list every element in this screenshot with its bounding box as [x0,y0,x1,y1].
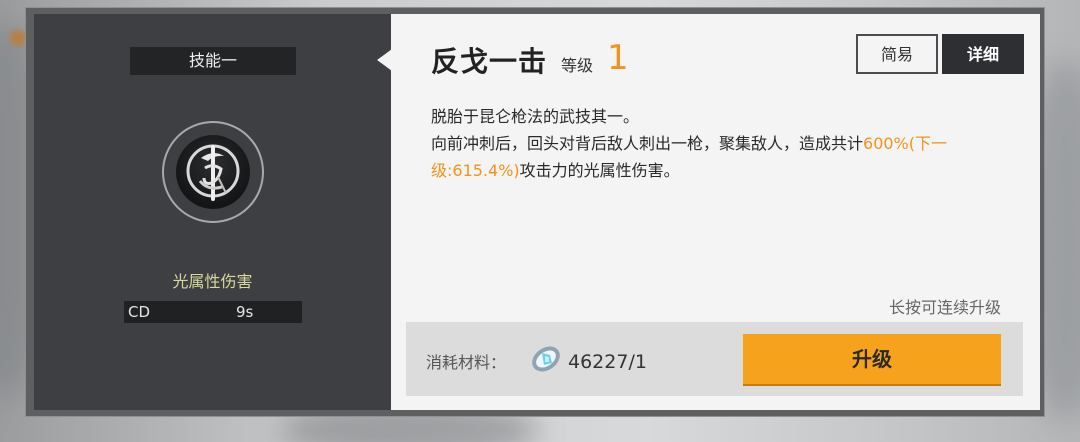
upgrade-button[interactable]: 升级 [743,334,1001,384]
crystal-material-icon [528,341,564,377]
level-label: 等级 [561,56,594,75]
skill-description: 脱胎于昆仑枪法的武技其一。 向前冲刺后，回头对背后敌人刺出一枪，聚集敌人，造成共… [431,103,1011,184]
cost-label: 消耗材料： [426,353,507,372]
skill-summary-panel: 技能一 光属性伤害 CD 9s [34,14,391,410]
description-line: 向前冲刺后，回头对背后敌人刺出一枪，聚集敌人，造成共计600%(下一级:615.… [431,130,1011,184]
damage-attribute: 光属性伤害 [172,272,253,291]
description-line: 脱胎于昆仑枪法的武技其一。 [431,107,640,126]
description-text: 攻击力的光属性伤害。 [519,161,680,180]
skill-detail-panel: 反戈一击 等级 1 简易 详细 脱胎于昆仑枪法的武技其一。 向前冲刺后，回头对背… [391,14,1040,410]
hold-to-upgrade-hint: 长按可连续升级 [888,298,1001,317]
material-count: 46227/1 [568,351,647,373]
panel-pointer [377,49,392,71]
cost-bar: 消耗材料： 46227/1 升级 [406,322,1023,396]
skill-title: 反戈一击 [431,45,548,78]
cooldown-value: 9s [236,303,254,321]
tab-detail[interactable]: 详细 [942,34,1024,74]
cooldown-bar: CD 9s [124,301,302,323]
spear-emblem-icon [162,121,264,223]
cooldown-label: CD [128,303,151,321]
description-text: 向前冲刺后，回头对背后敌人刺出一枪，聚集敌人，造成共计 [431,134,864,153]
skill-slot-tag: 技能一 [130,47,296,75]
level-value: 1 [607,38,629,78]
tab-simple[interactable]: 简易 [856,34,938,74]
